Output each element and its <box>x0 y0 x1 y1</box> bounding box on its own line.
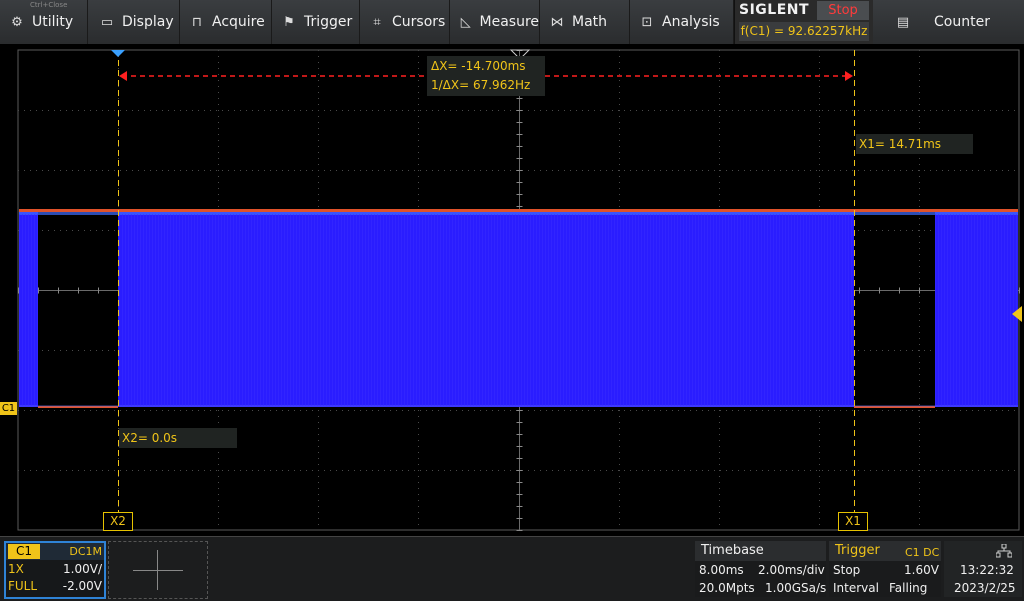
top-menu-bar: ⚙ Utility Ctrl+Close ▭ Display ⊓ Acquire… <box>0 0 1024 45</box>
channel-1-scale: 1.00V/ <box>63 562 102 576</box>
monitor-icon: ▭ <box>100 14 114 30</box>
trigger-level: 1.60V <box>904 563 939 577</box>
trigger-slope: Falling <box>889 581 928 595</box>
clipboard-icon: ▤ <box>896 14 910 30</box>
analysis-icon: ⊡ <box>641 14 653 30</box>
trigger-type: Interval <box>833 581 879 595</box>
channel-1-name: C1 <box>8 544 40 559</box>
menu-analysis[interactable]: ⊡ Analysis <box>630 0 734 44</box>
menu-math-label: Math <box>572 14 608 30</box>
menu-cursors-label: Cursors <box>392 14 446 30</box>
menu-counter-label: Counter <box>934 14 990 30</box>
menu-analysis-label: Analysis <box>662 14 720 30</box>
delta-x-value: ΔX= -14.700ms <box>431 59 526 73</box>
gear-icon: ⚙ <box>11 14 23 30</box>
menu-trigger-label: Trigger <box>304 14 353 30</box>
crosshair-icon: ⌗ <box>373 14 381 30</box>
menu-utility[interactable]: ⚙ Utility Ctrl+Close <box>0 0 88 44</box>
menu-counter[interactable]: ▤ Counter <box>880 0 1024 44</box>
plus-icon <box>133 570 183 571</box>
trigger-title: Trigger <box>835 543 880 558</box>
menu-display[interactable]: ▭ Display <box>90 0 180 44</box>
channel-1-panel[interactable]: C1 DC1M 1X 1.00V/ FULL -2.00V <box>4 541 106 599</box>
menu-cursors[interactable]: ⌗ Cursors <box>360 0 450 44</box>
menu-trigger[interactable]: ⚑ Trigger <box>272 0 360 44</box>
channel-1-probe: 1X <box>8 562 24 576</box>
timebase-sample-rate: 1.00GSa/s <box>765 581 827 595</box>
hint-text: Ctrl+Close <box>30 1 68 9</box>
clock-panel: 13:22:32 2023/2/25 <box>944 541 1022 597</box>
clock-time: 13:22:32 <box>960 563 1014 577</box>
status-bar: C1 DC1M 1X 1.00V/ FULL -2.00V Timebase 8… <box>0 536 1024 601</box>
menu-acquire-label: Acquire <box>212 14 265 30</box>
frequency-counter-readout: f(C1) = 92.62257kHz <box>739 22 869 41</box>
brand-status-panel: SIGLENT Stop f(C1) = 92.62257kHz <box>734 0 873 44</box>
math-icon: ⋈ <box>550 14 564 30</box>
clock-date: 2023/2/25 <box>954 581 1016 595</box>
cursor-x1-readout: X1= 14.71ms <box>856 134 973 154</box>
channel-1-coupling: DC1M <box>69 545 102 558</box>
menu-acquire[interactable]: ⊓ Acquire <box>180 0 272 44</box>
waveform-display[interactable]: ΔX= -14.700ms 1/ΔX= 67.962Hz X1= 14.71ms… <box>0 44 1024 536</box>
menu-math[interactable]: ⋈ Math <box>540 0 630 44</box>
graticule <box>17 49 1020 531</box>
channel-1-offset-marker[interactable]: C1 <box>0 402 17 415</box>
measure-icon: ◺ <box>460 14 471 30</box>
timebase-title: Timebase <box>701 543 764 558</box>
trigger-source: C1 DC <box>905 546 940 559</box>
timebase-memory: 20.0Mpts <box>699 581 755 595</box>
menu-measure-label: Measure <box>479 14 540 30</box>
delta-readout-panel: ΔX= -14.700ms 1/ΔX= 67.962Hz <box>427 56 545 96</box>
trace-high-line <box>19 209 1018 212</box>
menu-utility-label: Utility <box>32 14 74 30</box>
menu-measure[interactable]: ◺ Measure <box>450 0 540 44</box>
run-state-badge[interactable]: Stop <box>817 1 869 20</box>
cursor-x2-handle[interactable]: X2 <box>103 512 133 531</box>
acquire-icon: ⊓ <box>191 14 203 30</box>
trigger-level-marker[interactable] <box>1012 306 1022 322</box>
flag-icon: ⚑ <box>283 14 295 30</box>
menu-display-label: Display <box>122 14 174 30</box>
plus-icon-vertical <box>157 550 158 590</box>
inverse-delta-x-value: 1/ΔX= 67.962Hz <box>431 78 531 92</box>
timebase-delay: 8.00ms <box>699 563 744 577</box>
add-channel-button[interactable] <box>108 541 208 599</box>
trigger-mode: Stop <box>833 563 861 577</box>
timebase-panel[interactable]: Timebase 8.00ms 2.00ms/div 20.0Mpts 1.00… <box>695 541 826 597</box>
brand-logo: SIGLENT <box>739 2 810 18</box>
timebase-scale: 2.00ms/div <box>758 563 825 577</box>
cursor-x1-handle[interactable]: X1 <box>838 512 868 531</box>
channel-1-bandwidth: FULL <box>8 579 38 593</box>
cursor-x2-readout: X2= 0.0s <box>119 428 237 448</box>
network-icon <box>996 544 1012 558</box>
trigger-panel[interactable]: Trigger C1 DC Stop 1.60V Interval Fallin… <box>829 541 941 597</box>
channel-1-offset: -2.00V <box>62 579 102 593</box>
